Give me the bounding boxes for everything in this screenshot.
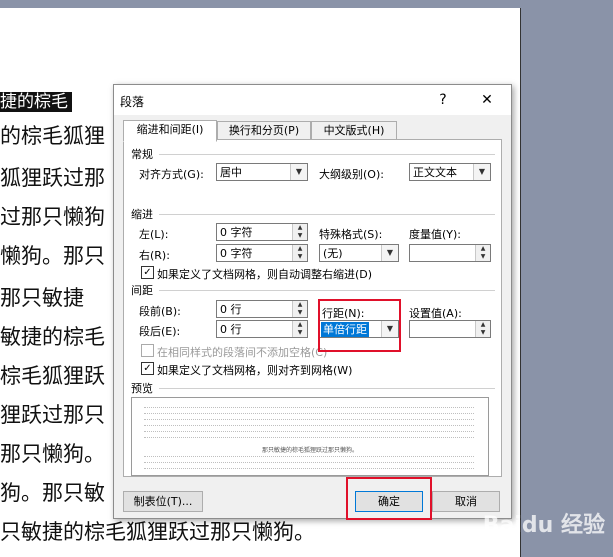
document-line[interactable]: 狗。那只敏 <box>0 477 105 507</box>
tab-line-page-breaks[interactable]: 换行和分页(P) <box>217 121 311 141</box>
divider <box>159 290 495 291</box>
preview-line <box>144 425 474 427</box>
space-after-value: 0 行 <box>220 323 242 336</box>
chevron-down-icon: ▼ <box>473 164 490 180</box>
snap-grid-label: 如果定义了文档网格，则对齐到网格(W) <box>157 364 353 377</box>
tab-indent-spacing[interactable]: 缩进和间距(I) <box>123 120 217 142</box>
preview-line <box>144 456 474 458</box>
left-indent-value: 0 字符 <box>220 226 253 239</box>
tab-stops-button[interactable]: 制表位(T)... <box>123 491 203 512</box>
highlight-line-spacing <box>318 299 401 352</box>
snap-grid-checkbox[interactable]: ✓ <box>141 362 154 375</box>
document-line[interactable]: 棕毛狐狸跃 <box>0 360 105 390</box>
spin-down-icon[interactable]: ▼ <box>475 329 490 337</box>
right-indent-spinner[interactable]: 0 字符 ▲ ▼ <box>216 244 308 262</box>
space-before-spinner[interactable]: 0 行 ▲ ▼ <box>216 300 308 318</box>
divider <box>159 214 495 215</box>
outline-level-label: 大纲级别(O): <box>319 168 384 181</box>
right-indent-label: 右(R): <box>139 249 170 262</box>
document-line-selected[interactable]: 捷的棕毛 <box>0 92 72 112</box>
preview-line <box>144 431 474 433</box>
spin-down-icon[interactable]: ▼ <box>292 329 307 337</box>
preview-line <box>144 468 474 470</box>
document-line[interactable]: 只敏捷的棕毛狐狸跃过那只懒狗。 <box>0 516 315 546</box>
left-indent-spinner[interactable]: 0 字符 ▲ ▼ <box>216 223 308 241</box>
document-page-edge <box>520 8 521 557</box>
document-line[interactable]: 那只敏捷 <box>0 282 84 312</box>
spin-down-icon[interactable]: ▼ <box>292 253 307 261</box>
preview-line <box>144 413 474 415</box>
chevron-down-icon: ▼ <box>290 164 307 180</box>
divider <box>159 388 495 389</box>
help-button[interactable]: ? <box>432 90 454 110</box>
no-space-same-style-checkbox[interactable] <box>141 344 154 357</box>
section-spacing: 间距 <box>131 284 153 297</box>
no-space-same-style-label: 在相同样式的段落间不添加空格(C) <box>157 346 328 359</box>
dialog-title: 段落 <box>120 95 145 109</box>
special-format-value: (无) <box>323 247 343 260</box>
watermark: Baidu 经验 <box>482 513 605 538</box>
alignment-select[interactable]: 居中 ▼ <box>216 163 308 181</box>
setting-value-label: 设置值(A): <box>409 307 462 320</box>
space-before-label: 段前(B): <box>139 305 181 318</box>
auto-adjust-checkbox[interactable]: ✓ <box>141 266 154 279</box>
special-format-select[interactable]: (无) ▼ <box>319 244 399 262</box>
space-after-label: 段后(E): <box>139 325 181 338</box>
document-line[interactable]: 那只懒狗。 <box>0 438 105 468</box>
alignment-label: 对齐方式(G): <box>139 168 204 181</box>
document-line[interactable]: 狐狸跃过那 <box>0 162 105 192</box>
left-indent-label: 左(L): <box>139 228 169 241</box>
preview-sample-text: 那只敏捷的棕毛狐狸跃过那只懒狗。 <box>261 447 358 454</box>
section-preview: 预览 <box>131 382 153 395</box>
outline-level-select[interactable]: 正文文本 ▼ <box>409 163 491 181</box>
divider <box>159 154 495 155</box>
spin-down-icon[interactable]: ▼ <box>292 309 307 317</box>
preview-line <box>144 437 474 439</box>
tab-asian-typography[interactable]: 中文版式(H) <box>311 121 397 141</box>
preview-line <box>144 462 474 464</box>
document-line[interactable]: 的棕毛狐狸 <box>0 120 105 150</box>
right-indent-value: 0 字符 <box>220 247 253 260</box>
document-line[interactable]: 敏捷的棕毛 <box>0 321 105 351</box>
auto-adjust-label: 如果定义了文档网格，则自动调整右缩进(D) <box>157 268 373 281</box>
section-general: 常规 <box>131 148 153 161</box>
section-indent: 缩进 <box>131 208 153 221</box>
spin-down-icon[interactable]: ▼ <box>292 232 307 240</box>
highlight-ok-button <box>346 477 432 520</box>
paragraph-dialog: 段落 ? ✕ 缩进和间距(I) 换行和分页(P) 中文版式(H) 常规 对齐方式… <box>113 84 512 519</box>
preview-line <box>144 407 474 409</box>
chevron-down-icon: ▼ <box>381 245 398 261</box>
measure-spinner[interactable]: ▲ ▼ <box>409 244 491 262</box>
space-after-spinner[interactable]: 0 行 ▲ ▼ <box>216 320 308 338</box>
document-line[interactable]: 过那只懒狗 <box>0 201 105 231</box>
preview-line <box>144 419 474 421</box>
special-format-label: 特殊格式(S): <box>319 228 383 241</box>
document-line[interactable]: 懒狗。那只 <box>0 240 105 270</box>
space-before-value: 0 行 <box>220 303 242 316</box>
preview-box: 那只敏捷的棕毛狐狸跃过那只懒狗。 <box>131 397 489 476</box>
document-line[interactable]: 狸跃过那只 <box>0 399 105 429</box>
setting-value-spinner[interactable]: ▲ ▼ <box>409 320 491 338</box>
measure-label: 度量值(Y): <box>409 228 462 241</box>
outline-level-value: 正文文本 <box>413 166 457 179</box>
dialog-titlebar[interactable]: 段落 ? ✕ <box>114 85 511 115</box>
close-icon[interactable]: ✕ <box>476 90 498 110</box>
spin-down-icon[interactable]: ▼ <box>475 253 490 261</box>
alignment-value: 居中 <box>220 166 242 179</box>
